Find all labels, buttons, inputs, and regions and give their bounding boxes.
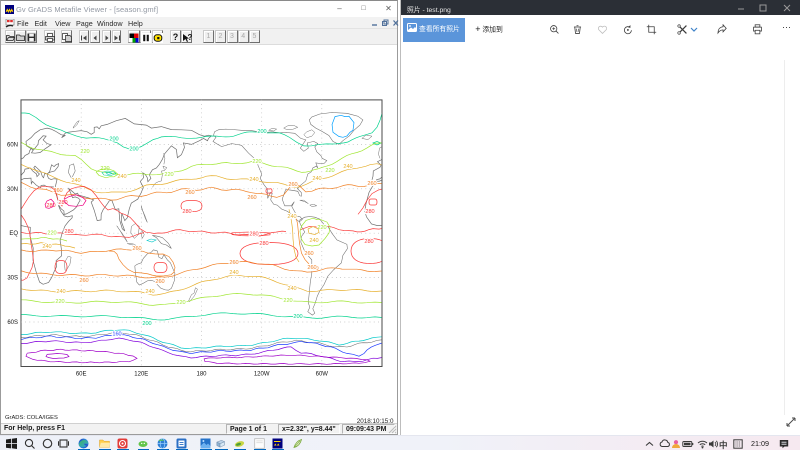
svg-text:240: 240 (229, 270, 238, 276)
svg-text:240: 240 (287, 214, 296, 220)
svg-text:200: 200 (129, 147, 138, 153)
svg-text:260: 260 (288, 182, 297, 188)
svg-text:260: 260 (53, 188, 62, 194)
svg-text:260: 260 (185, 190, 194, 196)
svg-text:240: 240 (145, 289, 154, 295)
svg-text:240: 240 (309, 238, 318, 244)
svg-text:220: 220 (283, 298, 292, 304)
svg-text:220: 220 (164, 172, 173, 178)
svg-text:260: 260 (79, 278, 88, 284)
svg-text:280: 280 (259, 241, 268, 247)
svg-text:260: 260 (247, 195, 256, 201)
svg-text:240: 240 (287, 286, 296, 292)
svg-text:240: 240 (249, 177, 258, 183)
svg-text:180: 180 (196, 372, 207, 378)
svg-text:200: 200 (293, 314, 302, 320)
svg-text:280: 280 (249, 232, 258, 238)
svg-text:220: 220 (55, 299, 64, 305)
svg-text:280: 280 (182, 209, 191, 215)
svg-text:200: 200 (257, 129, 266, 135)
svg-text:280: 280 (364, 239, 373, 245)
svg-text:240: 240 (56, 289, 65, 295)
svg-text:120E: 120E (134, 372, 148, 378)
svg-text:30N: 30N (7, 187, 18, 193)
svg-text:200: 200 (109, 137, 118, 143)
svg-text:240: 240 (312, 176, 321, 182)
svg-text:60W: 60W (316, 372, 329, 378)
svg-text:260: 260 (307, 265, 316, 271)
svg-text:EQ: EQ (9, 231, 18, 237)
svg-text:60S: 60S (7, 320, 18, 326)
svg-text:260: 260 (155, 279, 164, 285)
svg-text:260: 260 (367, 181, 376, 187)
svg-text:260: 260 (132, 246, 141, 252)
svg-text:60E: 60E (76, 372, 87, 378)
svg-text:220: 220 (252, 159, 261, 165)
svg-text:260: 260 (304, 251, 313, 257)
svg-text:240: 240 (117, 174, 126, 180)
svg-text:240: 240 (343, 164, 352, 170)
svg-text:120W: 120W (254, 372, 270, 378)
svg-text:200: 200 (142, 321, 151, 327)
svg-text:260: 260 (229, 260, 238, 266)
svg-text:240: 240 (71, 178, 80, 184)
svg-text:220: 220 (80, 149, 89, 155)
svg-text:220: 220 (47, 231, 56, 237)
svg-text:220: 220 (176, 300, 185, 306)
svg-text:30S: 30S (7, 276, 18, 282)
svg-text:280: 280 (365, 209, 374, 215)
svg-text:160: 160 (112, 332, 121, 338)
svg-text:240: 240 (42, 244, 51, 250)
svg-text:60N: 60N (7, 142, 18, 148)
svg-text:220: 220 (325, 168, 334, 174)
svg-text:280: 280 (64, 229, 73, 235)
svg-text:?: ? (188, 33, 193, 42)
